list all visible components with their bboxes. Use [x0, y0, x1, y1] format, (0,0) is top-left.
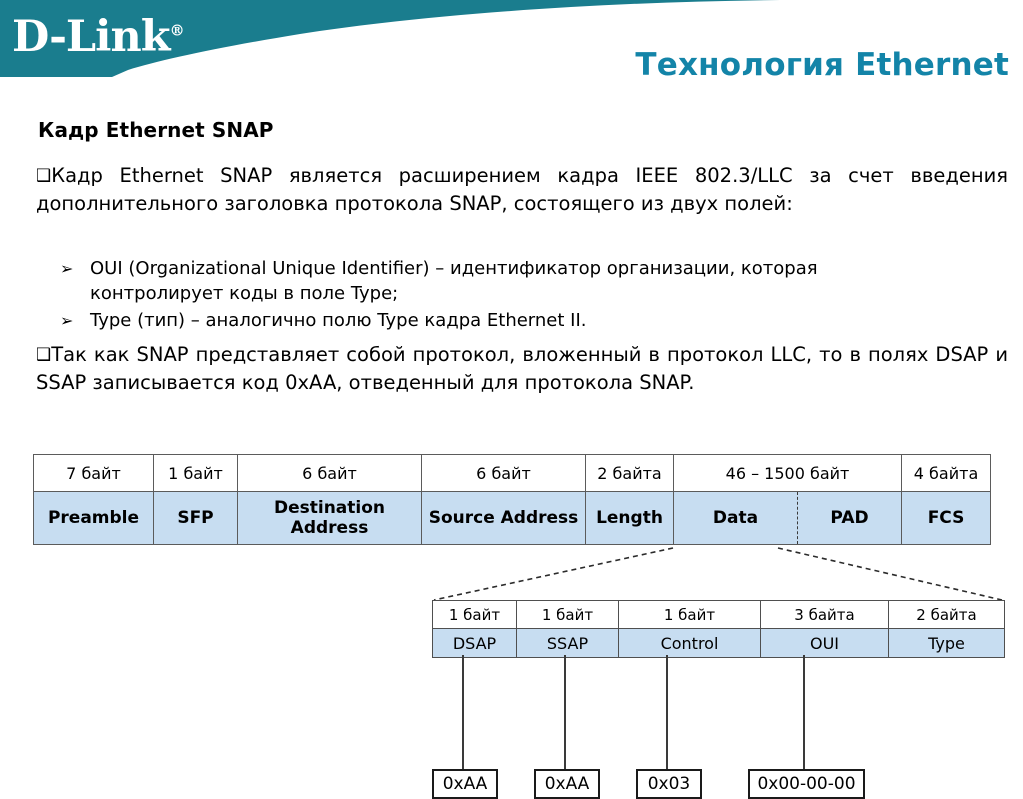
cell-name-pad: PAD	[796, 491, 903, 545]
arrow-bullet-icon: ➢	[60, 311, 74, 330]
table-row-names: Preamble SFP Destination Address Source …	[33, 491, 992, 545]
connector-line-left	[433, 547, 674, 601]
cell-name-preamble: Preamble	[33, 491, 154, 545]
cell-size-data: 46 – 1500 байт	[672, 454, 903, 492]
list-item-line2: контролирует коды в поле Type;	[90, 283, 399, 304]
cell-size-preamble: 7 байт	[33, 454, 154, 492]
list-item: ➢ OUI (Organizational Unique Identifier)…	[56, 256, 1008, 306]
value-box-ssap: 0xAA	[534, 769, 600, 799]
cell-name-ssap: SSAP	[516, 628, 619, 658]
value-box-oui: 0x00-00-00	[748, 769, 865, 799]
connector-line-right	[777, 547, 1003, 601]
sub-bullet-list-oui: ➢ OUI (Organizational Unique Identifier)…	[56, 256, 1008, 306]
table-row-sizes: 7 байт 1 байт 6 байт 6 байт 2 байта 46 –…	[33, 454, 992, 492]
square-bullet-icon: ❑	[36, 166, 52, 186]
cell-name-dsap: DSAP	[432, 628, 517, 658]
ethernet-frame-table: 7 байт 1 байт 6 байт 6 байт 2 байта 46 –…	[33, 454, 992, 545]
cell-size-control: 1 байт	[618, 600, 761, 629]
cell-size-sfp: 1 байт	[153, 454, 238, 492]
dlink-logo: D-Link®	[12, 16, 185, 59]
value-connector-lines	[462, 655, 805, 769]
cell-name-control: Control	[618, 628, 761, 658]
slide-header: D-Link® Технология Ethernet	[0, 0, 1023, 92]
cell-name-data: Data	[673, 491, 798, 545]
cell-size-oui: 3 байта	[760, 600, 889, 629]
cell-size-dsap: 1 байт	[432, 600, 517, 629]
page-title: Технология Ethernet	[635, 47, 1009, 83]
cell-size-length: 2 байта	[585, 454, 674, 492]
cell-name-oui: OUI	[760, 628, 889, 658]
value-box-control: 0x03	[636, 769, 702, 799]
cell-name-fcs: FCS	[901, 491, 992, 545]
paragraph-intro: ❑Кадр Ethernet SNAP является расширением…	[36, 162, 1008, 218]
snap-header-table: 1 байт 1 байт 1 байт 3 байта 2 байта DSA…	[432, 600, 1005, 658]
cell-size-ssap: 1 байт	[516, 600, 619, 629]
table-row-sizes: 1 байт 1 байт 1 байт 3 байта 2 байта	[432, 600, 1005, 629]
cell-size-destination: 6 байт	[237, 454, 422, 492]
cell-size-fcs: 4 байта	[901, 454, 992, 492]
registered-trademark-icon: ®	[169, 21, 185, 40]
cell-name-destination-address: Destination Address	[237, 491, 422, 545]
paragraph-snap: ❑Так как SNAP представляет собой протоко…	[36, 341, 1008, 397]
table-row-names: DSAP SSAP Control OUI Type	[432, 628, 1005, 658]
value-box-dsap: 0xAA	[432, 769, 498, 799]
cell-size-type: 2 байта	[888, 600, 1005, 629]
list-item: ➢ Type (тип) – аналогично полю Type кадр…	[56, 308, 1008, 333]
list-item-line1: Type (тип) – аналогично полю Type кадра …	[90, 310, 587, 331]
paragraph-intro-text: Кадр Ethernet SNAP является расширением …	[36, 164, 1008, 215]
dashed-connector-lines	[433, 547, 1003, 601]
sub-bullet-list-type: ➢ Type (тип) – аналогично полю Type кадр…	[56, 308, 1008, 333]
cell-name-type: Type	[888, 628, 1005, 658]
cell-name-source-address: Source Address	[421, 491, 586, 545]
square-bullet-icon: ❑	[36, 345, 52, 365]
dlink-logo-text: D-Link	[12, 12, 171, 62]
arrow-bullet-icon: ➢	[60, 259, 74, 278]
cell-name-length: Length	[585, 491, 674, 545]
section-subtitle: Кадр Ethernet SNAP	[38, 118, 274, 142]
cell-size-source: 6 байт	[421, 454, 586, 492]
cell-name-sfp: SFP	[153, 491, 238, 545]
paragraph-snap-text: Так как SNAP представляет собой протокол…	[36, 343, 1008, 394]
list-item-line1: OUI (Organizational Unique Identifier) –…	[90, 258, 818, 279]
